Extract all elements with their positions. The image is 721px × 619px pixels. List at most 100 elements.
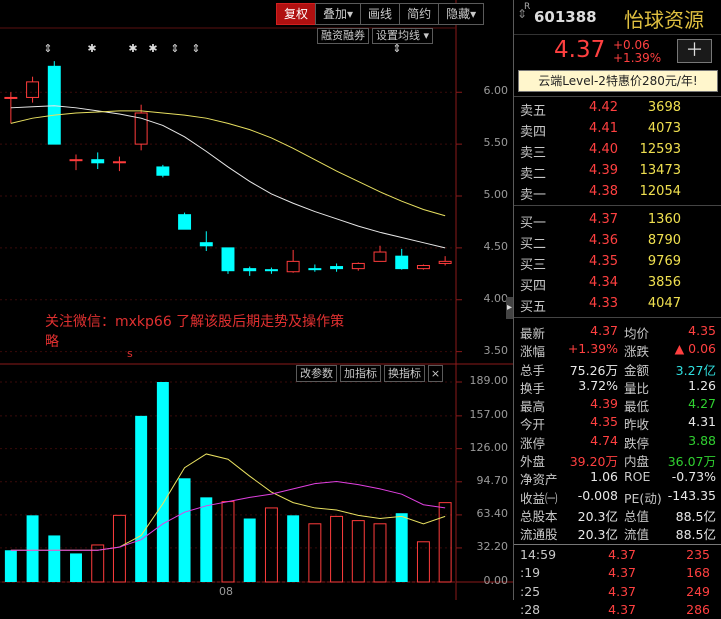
add-indicator-button[interactable]: 加指标 — [340, 365, 381, 382]
stat-row: 今开 4.35 昨收 4.31 — [514, 412, 721, 432]
stat-row: 净资产 1.06 ROE -0.73% — [514, 467, 721, 487]
order-row-sell[interactable]: 卖三 4.40 12593 — [514, 139, 721, 161]
stat-row: 总手 75.26万 金额 3.27亿 — [514, 358, 721, 378]
volume-bar — [395, 513, 408, 582]
order-row-buy[interactable]: 买一 4.37 1360 — [514, 209, 721, 231]
order-row-buy[interactable]: 买二 4.36 8790 — [514, 230, 721, 252]
close-icon[interactable]: × — [428, 365, 443, 382]
order-volume: 12593 — [639, 142, 681, 157]
panel-toggle-handle[interactable]: ▸ — [506, 297, 513, 319]
order-price: 4.34 — [589, 275, 618, 290]
tick-row: :19 4.37 168 — [514, 563, 721, 582]
simple-button[interactable]: 简约 — [399, 3, 440, 25]
hide-button[interactable]: 隐藏▾ — [438, 3, 485, 25]
volume-tick-label: 94.70 — [476, 473, 509, 487]
wechat-note: 关注微信：mxkp66 了解该股后期走势及操作策略 — [45, 314, 345, 350]
volume-bar — [243, 518, 256, 582]
chart-sub-toolbar: 融资融券 设置均线 ▾ — [317, 28, 436, 44]
volume-bar — [264, 507, 278, 583]
candle-body — [69, 159, 83, 162]
volume-bar — [48, 535, 61, 582]
candle-body — [416, 265, 430, 270]
order-volume: 12054 — [639, 184, 681, 199]
candle-body — [199, 242, 213, 247]
order-row-sell[interactable]: 卖一 4.38 12054 — [514, 181, 721, 203]
order-price: 4.36 — [589, 233, 618, 248]
candle-body — [395, 255, 409, 270]
adjust-button[interactable]: 复权 — [276, 3, 317, 25]
candlesticks — [4, 61, 452, 276]
draw-button[interactable]: 画线 — [360, 3, 401, 25]
candle-body — [4, 96, 18, 99]
chart-grid — [0, 0, 513, 600]
candle-body — [178, 214, 192, 230]
event-marker-icon: ✱ — [148, 42, 157, 55]
stat-row: 换手 3.72% 量比 1.26 — [514, 376, 721, 396]
stat-value: +1.39% — [567, 341, 618, 357]
order-row-buy[interactable]: 买四 4.34 3856 — [514, 272, 721, 294]
change-params-button[interactable]: 改参数 — [296, 365, 337, 382]
add-watchlist-button[interactable]: ＋ — [677, 39, 712, 63]
stat-value: -143.35 — [667, 487, 716, 503]
order-volume: 1360 — [647, 212, 681, 227]
volume-bar — [351, 520, 365, 583]
volume-bar — [330, 515, 344, 583]
stats-table: 最新 4.37 均价 4.35 涨幅 +1.39% 涨跌 ▲ 0.06 总手 75.26万 金额 3.… — [514, 321, 721, 543]
order-volume: 8790 — [647, 233, 681, 248]
volume-bar — [135, 415, 148, 582]
tick-row: 14:59 4.37 235 — [514, 545, 721, 564]
order-book: 卖五 4.42 3698 卖四 4.41 4073 卖三 4.40 12593 卖二 4.39 134… — [514, 96, 721, 315]
order-row-sell[interactable]: 卖二 4.39 13473 — [514, 160, 721, 182]
sell-orders: 卖五 4.42 3698 卖四 4.41 4073 卖三 4.40 12593 卖二 4.39 134… — [514, 97, 721, 203]
volume-tick-label: 189.00 — [469, 374, 509, 387]
order-price: 4.35 — [589, 254, 618, 269]
order-row-sell[interactable]: 卖四 4.41 4073 — [514, 118, 721, 140]
volume-bar — [373, 523, 387, 583]
margin-trading-button[interactable]: 融资融券 — [317, 28, 369, 44]
stat-value: 4.31 — [688, 414, 716, 430]
order-label: 买四 — [520, 279, 547, 294]
stat-row: 外盘 39.20万 内盘 36.07万 — [514, 449, 721, 469]
stat-value: 4.39 — [590, 396, 618, 412]
last-price: 4.37 — [554, 37, 606, 63]
stat-row: 总股本 20.3亿 总值 88.5亿 — [514, 504, 721, 524]
stock-header: ⇕ R 601388 怡球资源 — [514, 0, 721, 35]
order-price: 4.38 — [589, 184, 618, 199]
stat-row: 收益㈠ -0.008 PE(动) -143.35 — [514, 486, 721, 506]
order-price: 4.39 — [589, 163, 618, 178]
tick-row: :28 4.37 286 — [514, 600, 721, 619]
order-volume: 4047 — [647, 296, 681, 311]
overlay-button[interactable]: 叠加▾ — [315, 3, 362, 25]
candle-body — [308, 268, 322, 271]
event-marker-icon: ⇕ — [170, 42, 179, 55]
volume-bar — [26, 515, 39, 582]
ma-settings-button[interactable]: 设置均线 ▾ — [372, 28, 434, 44]
stock-code: 601388 — [534, 8, 597, 26]
price-tick-label: 5.00 — [483, 188, 509, 201]
promo-banner[interactable]: 云端Level-2特惠价280元/年! — [518, 70, 718, 92]
candle-body — [112, 161, 126, 164]
tick-list: 14:59 4.37 235:19 4.37 168:25 4.37 249:28 4.37 2… — [514, 543, 721, 619]
tick-time: :19 — [520, 565, 541, 581]
volume-bar — [308, 523, 322, 583]
switch-indicator-button[interactable]: 换指标 — [384, 365, 425, 382]
order-volume: 9769 — [647, 254, 681, 269]
order-row-buy[interactable]: 买三 4.35 9769 — [514, 251, 721, 273]
volume-tick-label: 157.00 — [469, 407, 509, 421]
candle-body — [221, 247, 235, 272]
stat-value: 88.5亿 — [675, 527, 716, 543]
divider — [514, 317, 721, 318]
order-volume: 3856 — [647, 275, 681, 290]
stat-value: -0.008 — [577, 487, 618, 503]
volume-bar — [112, 514, 126, 583]
tick-row: :25 4.37 249 — [514, 582, 721, 601]
order-row-buy[interactable]: 买五 4.33 4047 — [514, 293, 721, 315]
change-percent: +1.39% — [613, 51, 662, 65]
candle-body — [286, 260, 300, 273]
stat-row: 最高 4.39 最低 4.27 — [514, 394, 721, 414]
divider — [514, 205, 721, 206]
order-row-sell[interactable]: 卖五 4.42 3698 — [514, 97, 721, 119]
order-price: 4.41 — [589, 121, 618, 136]
stat-row: 涨幅 +1.39% 涨跌 ▲ 0.06 — [514, 339, 721, 359]
ma-line-white — [10, 105, 446, 249]
